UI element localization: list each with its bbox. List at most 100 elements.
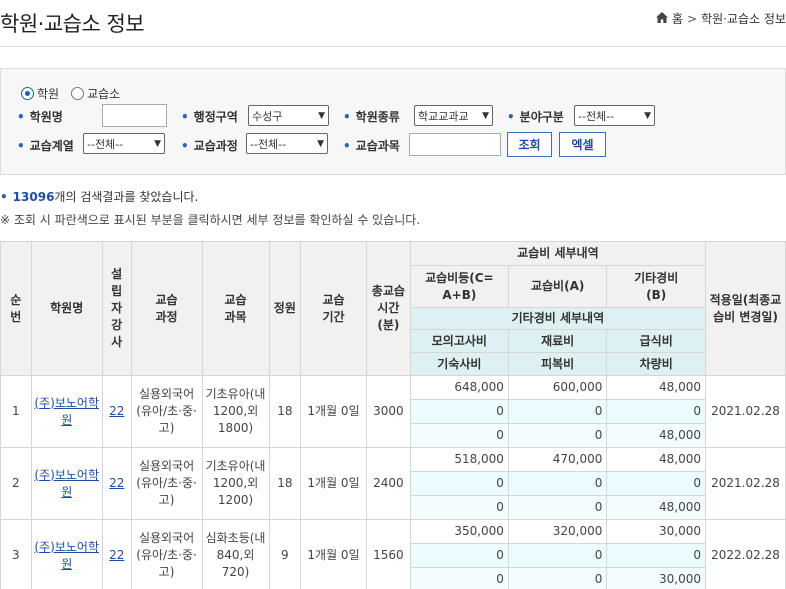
cell-founder: 22 xyxy=(101,375,132,448)
breadcrumb-current: 학원·교습소 정보 xyxy=(701,12,786,26)
cell-other-b: 48,000 xyxy=(606,447,706,472)
search-button[interactable]: 조회 xyxy=(507,132,552,157)
cell-capacity: 18 xyxy=(268,447,302,520)
home-icon[interactable] xyxy=(655,11,668,26)
cell-total-time: 1560 xyxy=(365,519,411,589)
radio-tutoring[interactable]: 교습소 xyxy=(71,85,120,102)
course-select-value: --전체-- xyxy=(250,137,287,151)
founder-link[interactable]: 22 xyxy=(109,548,124,562)
header-divider xyxy=(0,46,786,47)
cell-founder: 22 xyxy=(101,519,132,589)
field-select[interactable]: --전체-- ▼ xyxy=(574,105,655,126)
cell-name: (주)보노어학원 xyxy=(30,447,103,520)
cell-vehicle: 48,000 xyxy=(606,495,706,520)
header-capacity: 정원 xyxy=(268,241,302,376)
cell-mock: 0 xyxy=(409,543,509,568)
cell-name: (주)보노어학원 xyxy=(30,519,103,589)
district-select[interactable]: 수성구 ▼ xyxy=(248,105,329,126)
academy-type-label: 학원종류 xyxy=(343,108,400,125)
result-count-line: • 13096개의 검색결과를 찾았습니다. xyxy=(0,188,198,205)
table-row: 3 (주)보노어학원 22 실용외국어(유아/초·중·고) 심화초등(내840,외720… xyxy=(0,519,786,589)
cell-uniform: 0 xyxy=(507,495,608,520)
cell-total-time: 2400 xyxy=(365,447,411,520)
course-select[interactable]: --전체-- ▼ xyxy=(246,133,328,154)
course-label: 교습과정 xyxy=(181,137,238,154)
header-fee-total: 교습비등(C=A+B) xyxy=(409,265,509,308)
results-table: 순번 학원명 설립자강사 교습과정 교습과목 정원 교습기간 총교습시간(분) … xyxy=(0,241,786,589)
district-label: 행정구역 xyxy=(181,108,238,125)
cell-period: 1개월 0일 xyxy=(300,447,367,520)
cell-capacity: 18 xyxy=(268,375,302,448)
cell-applied: 2022.02.28 xyxy=(705,519,786,589)
academy-name-label: 학원명 xyxy=(17,108,63,125)
cell-name: (주)보노어학원 xyxy=(30,375,103,448)
cell-founder: 22 xyxy=(101,447,132,520)
field-label: 분야구분 xyxy=(507,108,564,125)
subject-input[interactable] xyxy=(409,133,501,156)
header-uniform: 피복비 xyxy=(507,352,608,376)
cell-subject: 기초유아(내1200,외1200) xyxy=(201,447,270,520)
header-period: 교습기간 xyxy=(300,241,367,376)
chevron-down-icon: ▼ xyxy=(482,110,489,121)
cell-meal: 0 xyxy=(606,543,706,568)
header-total-time: 총교습시간(분) xyxy=(365,241,411,376)
cell-material: 0 xyxy=(507,399,608,424)
cell-applied: 2021.02.28 xyxy=(705,375,786,448)
breadcrumb: 홈 > 학원·교습소 정보 xyxy=(655,10,786,27)
cell-course: 실용외국어(유아/초·중·고) xyxy=(130,375,203,448)
header-no: 순번 xyxy=(0,241,32,376)
founder-link[interactable]: 22 xyxy=(109,476,124,490)
radio-academy[interactable]: 학원 xyxy=(21,85,59,102)
header-fee-a: 교습비(A) xyxy=(507,265,608,308)
table-row: 1 (주)보노어학원 22 실용외국어(유아/초·중·고) 기초유아(내1200,외18… xyxy=(0,375,786,448)
cell-fee-a: 320,000 xyxy=(507,519,608,544)
academy-name-link[interactable]: (주)보노어학원 xyxy=(34,540,99,571)
search-panel: 학원 교습소 학원명 행정구역 수성구 ▼ 학원종류 학교교과교 ▼ 분야구분 … xyxy=(0,68,786,175)
chevron-down-icon: ▼ xyxy=(644,110,651,121)
line-label: 교습계열 xyxy=(17,137,74,154)
cell-no: 3 xyxy=(0,519,32,589)
subject-label: 교습과목 xyxy=(343,137,400,154)
cell-period: 1개월 0일 xyxy=(300,519,367,589)
cell-dorm: 0 xyxy=(409,567,509,589)
academy-name-input[interactable] xyxy=(102,104,167,127)
academy-name-link[interactable]: (주)보노어학원 xyxy=(34,396,99,427)
header-material: 재료비 xyxy=(507,329,608,353)
result-count: 13096 xyxy=(12,190,55,204)
cell-no: 2 xyxy=(0,447,32,520)
cell-period: 1개월 0일 xyxy=(300,375,367,448)
cell-course: 실용외국어(유아/초·중·고) xyxy=(130,447,203,520)
founder-link[interactable]: 22 xyxy=(109,404,124,418)
cell-fee-total: 518,000 xyxy=(409,447,509,472)
radio-unchecked-icon[interactable] xyxy=(71,87,85,100)
breadcrumb-home[interactable]: 홈 xyxy=(672,10,683,27)
academy-type-select-value: 학교교과교 xyxy=(418,109,469,123)
excel-button[interactable]: 엑셀 xyxy=(559,132,606,157)
chevron-down-icon: ▼ xyxy=(317,138,324,149)
cell-course: 실용외국어(유아/초·중·고) xyxy=(130,519,203,589)
academy-type-select[interactable]: 학교교과교 ▼ xyxy=(414,105,493,126)
header-mock: 모의고사비 xyxy=(409,329,509,353)
academy-name-link[interactable]: (주)보노어학원 xyxy=(34,468,99,499)
district-select-value: 수성구 xyxy=(252,109,283,123)
chevron-right-icon: > xyxy=(687,11,698,26)
cell-material: 0 xyxy=(507,471,608,496)
results-table-body: 1 (주)보노어학원 22 실용외국어(유아/초·중·고) 기초유아(내1200,외18… xyxy=(0,375,786,589)
cell-other-b: 30,000 xyxy=(606,519,706,544)
radio-checked-icon[interactable] xyxy=(21,87,34,100)
cell-applied: 2021.02.28 xyxy=(705,447,786,520)
header-vehicle: 차량비 xyxy=(606,352,706,376)
cell-vehicle: 30,000 xyxy=(606,567,706,589)
page-title: 학원·교습소 정보 xyxy=(0,12,145,36)
cell-other-b: 48,000 xyxy=(606,375,706,400)
cell-fee-a: 600,000 xyxy=(507,375,608,400)
header-other-detail: 기타경비 세부내역 xyxy=(409,307,707,330)
cell-vehicle: 48,000 xyxy=(606,423,706,448)
header-fee-detail: 교습비 세부내역 xyxy=(409,241,707,266)
line-select[interactable]: --전체-- ▼ xyxy=(83,133,165,154)
cell-dorm: 0 xyxy=(409,495,509,520)
cell-uniform: 0 xyxy=(507,567,608,589)
cell-capacity: 9 xyxy=(268,519,302,589)
cell-total-time: 3000 xyxy=(365,375,411,448)
header-other-b: 기타경비(B) xyxy=(606,265,706,308)
